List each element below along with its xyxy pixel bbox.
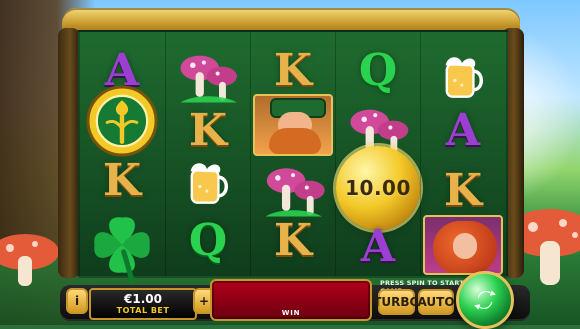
total-bet-value: €1.00 — [124, 292, 162, 306]
info-icon: i — [74, 294, 80, 308]
reel-2: K Q — [165, 32, 251, 276]
total-bet-label: TOTAL BET — [116, 306, 170, 315]
auto-label: AUTO — [417, 295, 455, 309]
auto-button[interactable]: AUTO — [417, 289, 455, 315]
reel-3: K K — [250, 32, 336, 276]
redhead-portrait — [423, 215, 503, 275]
symbol-letter: K — [102, 155, 142, 206]
reel-4: Q 10.00 A — [335, 32, 421, 276]
reel-5-row-4 — [423, 214, 503, 276]
reel-1-row-4 — [77, 202, 167, 288]
spin-arrows-icon — [474, 290, 496, 310]
symbol-letter: K — [273, 45, 313, 96]
plus-icon: + — [198, 294, 210, 308]
symbol-letter: Q — [188, 215, 228, 266]
win-display: WIN — [210, 279, 372, 321]
leprechaun-portrait — [253, 94, 333, 156]
redhead-face — [453, 233, 477, 259]
four-leaf-clover-icon — [94, 217, 150, 284]
leprechaun-beard — [269, 128, 321, 154]
spin-button[interactable] — [456, 271, 514, 329]
reel-3-row-4: K — [253, 202, 333, 280]
symbol-letter: K — [273, 215, 313, 266]
turbo-button[interactable]: TURBO — [373, 289, 420, 315]
turbo-label: TURBO — [373, 295, 420, 309]
info-button[interactable]: i — [66, 288, 88, 314]
win-label: WIN — [281, 309, 301, 317]
coin-value: 10.00 — [345, 176, 411, 200]
reel-4-row-4: A — [338, 208, 418, 286]
symbol-letter: K — [443, 165, 483, 216]
symbol-letter: A — [360, 221, 396, 272]
reel-3-row-2 — [253, 90, 333, 160]
reel-2-row-4: Q — [168, 202, 248, 280]
bottom-controls: i − €1.00 TOTAL BET + WIN PRESS SPIN TO … — [60, 271, 530, 329]
symbol-letter: A — [445, 105, 481, 156]
total-bet-box: €1.00 TOTAL BET — [89, 288, 197, 320]
reel-5: A K — [420, 32, 506, 276]
reel-1: A K — [80, 32, 165, 284]
symbol-letter: Q — [358, 45, 398, 96]
background-mushroom-left — [0, 234, 59, 286]
reels-grid: A K K Q K K Q 10.00 A A K — [78, 30, 508, 284]
